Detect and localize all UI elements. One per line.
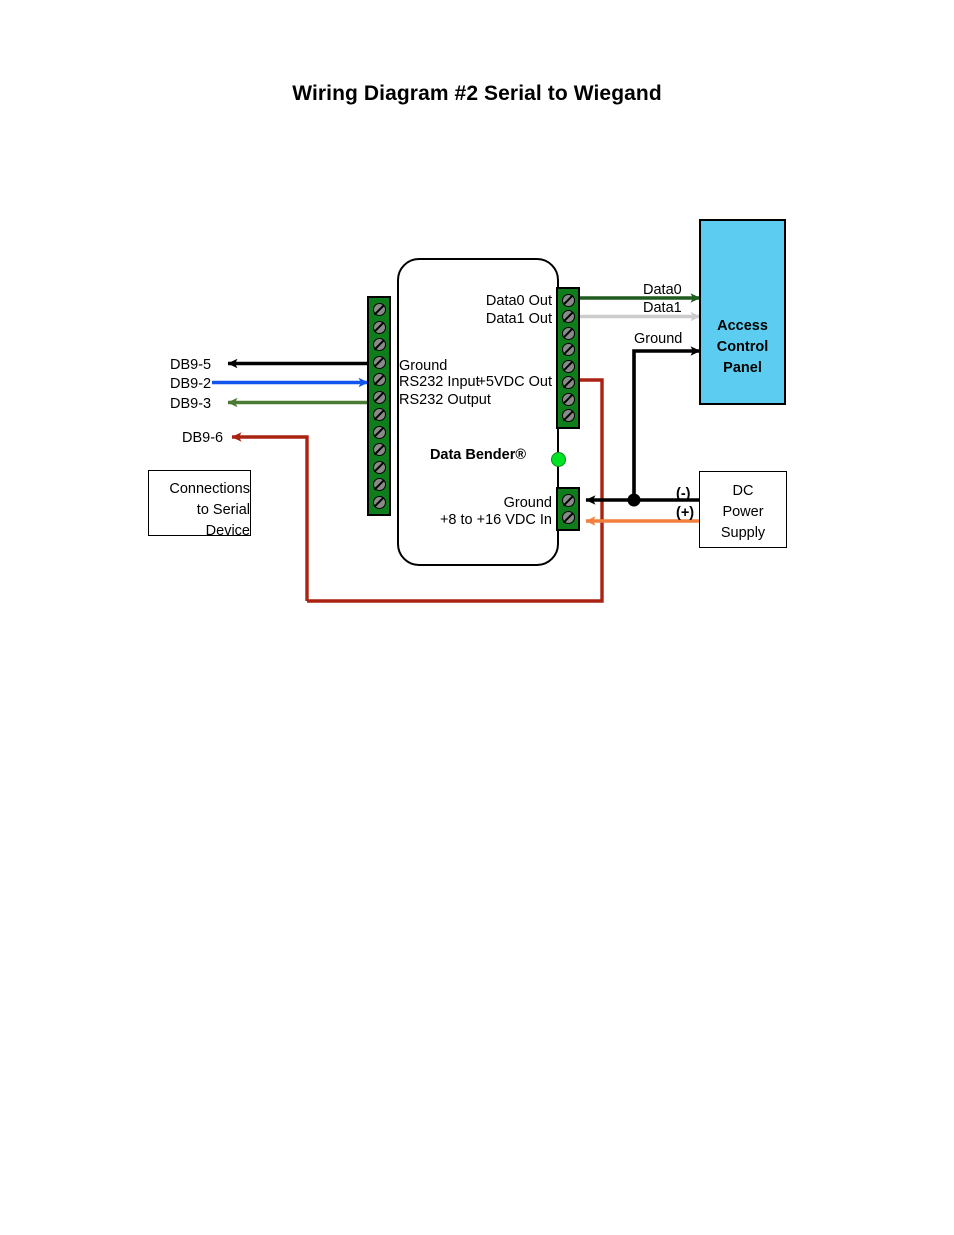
terminal-screw-icon[interactable] bbox=[561, 409, 575, 423]
terminal-screw-icon[interactable] bbox=[561, 343, 575, 357]
acp-line-1: Access bbox=[717, 318, 768, 334]
terminal-screw-icon[interactable] bbox=[372, 355, 386, 369]
acp-line-3: Panel bbox=[723, 360, 762, 377]
access-control-panel-box: Access Control Panel bbox=[699, 219, 786, 405]
terminal-screw-icon[interactable] bbox=[561, 310, 575, 324]
label-supply-negative: (-) bbox=[676, 486, 691, 502]
right-terminal-block[interactable] bbox=[556, 287, 580, 429]
terminal-screw-icon[interactable] bbox=[372, 425, 386, 439]
label-db9-3: DB9-3 bbox=[170, 396, 212, 412]
terminal-screw-icon[interactable] bbox=[561, 511, 575, 524]
terminal-screw-icon[interactable] bbox=[372, 373, 386, 387]
label-ground-wire: Ground bbox=[634, 331, 683, 347]
device-name-label: Data Bender® bbox=[429, 447, 527, 463]
left-terminal-block[interactable] bbox=[367, 296, 391, 516]
acp-line-2: Control bbox=[716, 339, 769, 356]
label-data0-wire: Data0 bbox=[643, 282, 682, 298]
terminal-screw-icon[interactable] bbox=[561, 494, 575, 507]
serial-device-box-text: Connections to Serial Device bbox=[149, 479, 259, 542]
terminal-screw-icon[interactable] bbox=[561, 376, 575, 390]
dc-power-supply-text: DC Power Supply bbox=[700, 481, 786, 544]
label-data1-wire: Data1 bbox=[643, 300, 682, 316]
access-control-panel-text: Access Control Panel bbox=[701, 316, 784, 379]
terminal-screw-icon[interactable] bbox=[372, 338, 386, 352]
label-vdc-in: +8 to +16 VDC In bbox=[439, 512, 552, 528]
terminal-screw-icon[interactable] bbox=[372, 320, 386, 334]
label-rs232-output: RS232 Output bbox=[399, 392, 491, 408]
power-terminal-block[interactable] bbox=[556, 487, 580, 531]
label-supply-positive: (+) bbox=[676, 505, 695, 521]
terminal-screw-icon[interactable] bbox=[372, 408, 386, 422]
serial-box-line-3: Device bbox=[205, 523, 250, 540]
wire-layer bbox=[212, 293, 701, 603]
label-data1-out: Data1 Out bbox=[485, 311, 552, 327]
wire-ground-to-panel bbox=[632, 346, 701, 500]
terminal-screw-icon[interactable] bbox=[372, 495, 386, 509]
ground-junction-dot bbox=[627, 493, 641, 507]
serial-device-box: Connections to Serial Device bbox=[148, 470, 251, 539]
terminal-screw-icon[interactable] bbox=[372, 443, 386, 457]
label-rs232-input: RS232 Input bbox=[399, 374, 480, 390]
terminal-screw-icon[interactable] bbox=[372, 390, 386, 404]
terminal-screw-icon[interactable] bbox=[561, 359, 575, 373]
label-power-ground: Ground bbox=[503, 495, 552, 511]
label-data0-out: Data0 Out bbox=[485, 293, 552, 309]
wiring-diagram-page: Wiring Diagram #2 Serial to Wiegand Data… bbox=[0, 0, 954, 1235]
terminal-screw-icon[interactable] bbox=[561, 326, 575, 340]
dcps-line-1: DC bbox=[732, 483, 754, 499]
label-db9-6: DB9-6 bbox=[182, 430, 224, 446]
terminal-screw-icon[interactable] bbox=[372, 303, 386, 317]
terminal-screw-icon[interactable] bbox=[372, 478, 386, 492]
terminal-screw-icon[interactable] bbox=[372, 460, 386, 474]
dcps-line-3: Supply bbox=[720, 525, 766, 542]
dc-power-supply-box: DC Power Supply bbox=[699, 471, 787, 548]
terminal-screw-icon[interactable] bbox=[561, 392, 575, 406]
serial-box-line-1: Connections bbox=[169, 481, 250, 497]
label-db9-2: DB9-2 bbox=[170, 376, 212, 392]
serial-box-line-2: to Serial bbox=[196, 502, 250, 519]
label-db9-5: DB9-5 bbox=[170, 357, 212, 373]
dcps-line-2: Power bbox=[722, 504, 764, 521]
terminal-screw-icon[interactable] bbox=[561, 293, 575, 307]
